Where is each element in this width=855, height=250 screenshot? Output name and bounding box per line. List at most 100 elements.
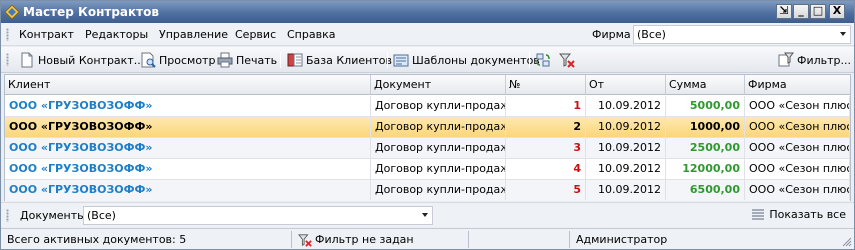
window-title: Мастер Контрактов: [23, 5, 159, 19]
database-icon: [287, 53, 303, 67]
menu-grip-icon[interactable]: [6, 28, 9, 41]
cell-document: Договор купли-продажи: [371, 117, 506, 137]
status-active-docs: Всего активных документов: 5: [7, 233, 187, 246]
cell-document: Договор купли-продажи: [371, 159, 506, 179]
clients-db-label: База Клиентов: [306, 53, 392, 67]
main-window: Мастер Контрактов ⇲ _ □ X Контракт Редак…: [0, 0, 855, 250]
cell-date: 10.09.2012: [586, 117, 666, 137]
preview-button[interactable]: Просмотр: [140, 51, 215, 69]
cell-number: 5: [506, 180, 586, 200]
show-all-label: Показать все: [769, 208, 846, 221]
documents-label: Документы: [20, 209, 86, 222]
menu-contract[interactable]: Контракт: [19, 28, 74, 42]
cell-sum: 6500,00: [666, 180, 745, 200]
cell-document: Договор купли-продажи: [371, 138, 506, 158]
cell-firm: ООО «Сезон плюс»: [745, 96, 850, 116]
table-header: Клиент Документ № От Сумма Фирма: [5, 75, 850, 95]
cell-client[interactable]: ООО «ГРУЗОВОЗОФФ»: [5, 138, 371, 158]
close-button[interactable]: X: [829, 4, 845, 19]
table-row[interactable]: ООО «ГРУЗОВОЗОФФ» Договор купли-продажи …: [5, 96, 850, 117]
status-user: Администратор: [576, 233, 668, 246]
cell-sum: 1000,00: [666, 117, 745, 137]
menu-bar: Контракт Редакторы Управление Сервис Спр…: [1, 23, 854, 46]
cell-sum: 12000,00: [666, 159, 745, 179]
cell-date: 10.09.2012: [586, 96, 666, 116]
cell-document: Договор купли-продажи: [371, 180, 506, 200]
filter-button[interactable]: Фильтр...: [778, 51, 851, 69]
refresh-icon: [536, 53, 550, 67]
cell-client[interactable]: ООО «ГРУЗОВОЗОФФ»: [5, 96, 371, 116]
chevron-down-icon: [840, 32, 846, 36]
table-row[interactable]: ООО «ГРУЗОВОЗОФФ» Договор купли-продажи …: [5, 159, 850, 180]
toolbar-separator: [387, 52, 388, 68]
toolbar-separator: [280, 52, 281, 68]
print-label: Печать: [236, 53, 278, 67]
cell-sum: 2500,00: [666, 138, 745, 158]
new-contract-button[interactable]: Новый Контракт...: [19, 51, 144, 69]
cell-sum: 5000,00: [666, 96, 745, 116]
cell-firm: ООО «Сезон плюс»: [745, 159, 850, 179]
cell-number: 3: [506, 138, 586, 158]
filter-label: Фильтр...: [797, 53, 852, 67]
cell-number: 2: [506, 117, 586, 137]
cell-firm: ООО «Сезон плюс»: [745, 117, 850, 137]
cell-date: 10.09.2012: [586, 138, 666, 158]
toolbar: Новый Контракт... Просмотр Печать База К…: [1, 47, 854, 73]
status-bar: Всего активных документов: 5 Фильтр не з…: [1, 228, 854, 249]
doc-templates-label: Шаблоны документов: [412, 53, 540, 67]
new-document-icon: [21, 52, 33, 68]
app-icon: [5, 5, 19, 19]
col-date[interactable]: От: [586, 75, 666, 95]
restore-icon[interactable]: ⇲: [776, 4, 792, 19]
cell-client[interactable]: ООО «ГРУЗОВОЗОФФ»: [5, 180, 371, 200]
menu-editors[interactable]: Редакторы: [85, 28, 148, 42]
doc-templates-button[interactable]: Шаблоны документов: [393, 51, 540, 69]
table-row[interactable]: ООО «ГРУЗОВОЗОФФ» Договор купли-продажи …: [5, 180, 850, 201]
print-icon: [217, 52, 233, 68]
col-client[interactable]: Клиент: [5, 75, 371, 95]
bottom-grip-icon[interactable]: [6, 209, 9, 222]
firm-label: Фирма: [592, 28, 631, 41]
toolbar-grip-icon[interactable]: [6, 53, 9, 66]
cell-date: 10.09.2012: [586, 180, 666, 200]
status-filter-label: Фильтр не задан: [315, 233, 414, 246]
col-firm[interactable]: Фирма: [745, 75, 850, 95]
preview-label: Просмотр: [159, 53, 216, 67]
resize-grip-icon[interactable]: [842, 237, 852, 247]
show-all-button[interactable]: Показать все: [751, 208, 846, 221]
chevron-down-icon: [422, 213, 428, 217]
contracts-table: Клиент Документ № От Сумма Фирма ООО «ГР…: [4, 74, 851, 201]
toolbar-separator: [529, 52, 530, 68]
print-button[interactable]: Печать: [217, 51, 277, 69]
preview-icon: [141, 52, 156, 68]
documents-filter-bar: Документы (Все) Показать все: [1, 202, 854, 227]
refresh-button[interactable]: [535, 51, 554, 69]
menu-help[interactable]: Справка: [287, 28, 335, 42]
table-row[interactable]: ООО «ГРУЗОВОЗОФФ» Договор купли-продажи …: [5, 138, 850, 159]
menu-service[interactable]: Сервис: [235, 28, 276, 42]
maximize-button[interactable]: □: [810, 4, 826, 19]
col-sum[interactable]: Сумма: [666, 75, 745, 95]
cell-document: Договор купли-продажи: [371, 96, 506, 116]
table-row-selected[interactable]: ООО «ГРУЗОВОЗОФФ» Договор купли-продажи …: [5, 117, 850, 138]
firm-select[interactable]: (Все): [633, 25, 851, 44]
title-bar[interactable]: Мастер Контрактов ⇲ _ □ X: [1, 1, 854, 23]
cell-date: 10.09.2012: [586, 159, 666, 179]
cell-number: 4: [506, 159, 586, 179]
col-document[interactable]: Документ: [371, 75, 506, 95]
status-filter: Фильтр не задан: [298, 232, 414, 248]
cell-firm: ООО «Сезон плюс»: [745, 180, 850, 200]
filter-clear-icon: [559, 53, 575, 68]
documents-select-value: (Все): [87, 209, 116, 222]
clients-db-button[interactable]: База Клиентов: [287, 51, 392, 69]
col-number[interactable]: №: [506, 75, 586, 95]
status-separator: [468, 231, 469, 248]
clear-filter-button[interactable]: [559, 51, 578, 69]
menu-management[interactable]: Управление: [159, 28, 228, 42]
documents-select[interactable]: (Все): [83, 206, 433, 225]
minimize-button[interactable]: _: [793, 4, 809, 19]
cell-client[interactable]: ООО «ГРУЗОВОЗОФФ»: [5, 159, 371, 179]
cell-number: 1: [506, 96, 586, 116]
cell-client[interactable]: ООО «ГРУЗОВОЗОФФ»: [5, 117, 371, 137]
new-contract-label: Новый Контракт...: [38, 53, 145, 67]
